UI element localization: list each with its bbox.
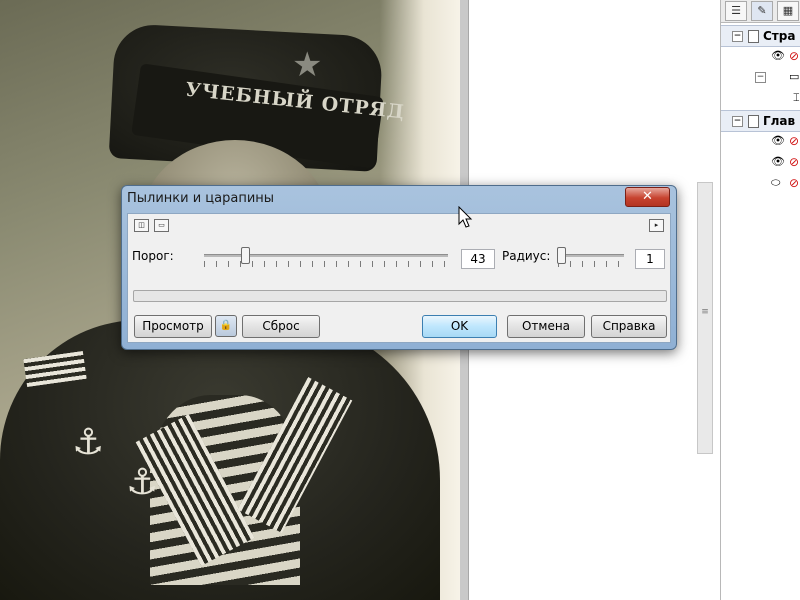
reset-button[interactable]: Сброс [242,315,320,338]
expander-icon[interactable]: − [732,31,743,42]
radius-slider-thumb[interactable] [557,247,567,264]
tree-row-label: Глав [763,114,796,128]
close-icon: ✕ [642,189,653,204]
preview-single-icon[interactable]: ▭ [154,219,169,232]
help-button[interactable]: Справка [591,315,667,338]
tree-row-layer[interactable]: 👁 ⊘ [721,152,800,172]
guides-icon[interactable]: ⬭ [771,173,780,193]
threshold-value-field[interactable]: 43 [461,249,495,269]
progress-bar [133,290,667,302]
lock-icon[interactable]: 🔒 [215,315,237,337]
no-print-icon[interactable]: ⊘ [789,173,799,193]
printer-icon[interactable]: ▭ [789,67,799,87]
expander-icon[interactable]: − [755,72,766,83]
preview-button[interactable]: Просмотр [134,315,212,338]
object-icon: ⌶ [793,91,800,104]
tree-row-layer[interactable]: 👁 ⊘ [721,131,800,151]
radius-value-field[interactable]: 1 [635,249,665,269]
expander-icon[interactable]: − [732,116,743,127]
preview-split-icon[interactable]: ◫ [134,219,149,232]
tree-row-object[interactable]: ⌶ [721,88,800,108]
star-icon: ★ [292,45,323,85]
tree-row-page[interactable]: − Стра [721,25,800,47]
close-button[interactable]: ✕ [625,187,670,207]
layer-properties-icon[interactable]: ✎ [751,1,773,21]
radius-label: Радиус: [502,249,551,263]
radius-slider-track[interactable] [558,254,624,257]
scrollbar-grip-icon[interactable]: ≡ [699,307,711,317]
object-manager-panel: ☰ ✎ ▦ − Стра 👁 ⊘ − ▭ ⌶ − Глав 👁 ⊘ 👁 ⊘ ⬭ ⊘ [720,0,800,600]
layer-list-icon[interactable]: ☰ [725,1,747,21]
anchor-icon: ⚓ [72,422,105,463]
cancel-button[interactable]: Отмена [507,315,585,338]
dust-and-scratch-dialog: Пылинки и царапины ✕ ◫ ▭ ▸ Порог: 43 Рад… [121,185,677,350]
ok-button[interactable]: OK [422,315,497,338]
tree-row-layer[interactable]: ⬭ ⊘ [721,173,800,193]
layer-view-icon[interactable]: ▦ [777,1,799,21]
threshold-label: Порог: [132,249,174,263]
no-print-icon[interactable]: ⊘ [789,131,799,151]
page-icon [748,30,759,43]
anchor-icon: ⚓ [126,462,159,503]
dialog-title: Пылинки и царапины [127,191,275,206]
no-print-icon[interactable]: ⊘ [789,46,799,66]
tree-row-layer[interactable]: 👁 ⊘ [721,46,800,66]
vertical-scrollbar[interactable]: ≡ [697,182,713,454]
page-icon [748,115,759,128]
threshold-slider-thumb[interactable] [241,247,251,264]
dialog-body: ◫ ▭ ▸ Порог: 43 Радиус: 1 Просмотр 🔒 Сбр… [127,213,671,343]
eye-icon[interactable]: 👁 [771,131,785,151]
eye-icon[interactable]: 👁 [771,152,785,172]
mouse-cursor-icon [458,206,473,228]
tree-row-layer[interactable]: − ▭ [721,67,800,87]
radius-ticks [558,261,624,267]
no-print-icon[interactable]: ⊘ [789,152,799,172]
eye-icon[interactable]: 👁 [771,46,785,66]
tree-row-label: Стра [763,29,796,43]
object-manager-toolbar: ☰ ✎ ▦ [721,0,800,23]
expand-arrow-icon[interactable]: ▸ [649,219,664,232]
tree-row-master-page[interactable]: − Глав [721,110,800,132]
